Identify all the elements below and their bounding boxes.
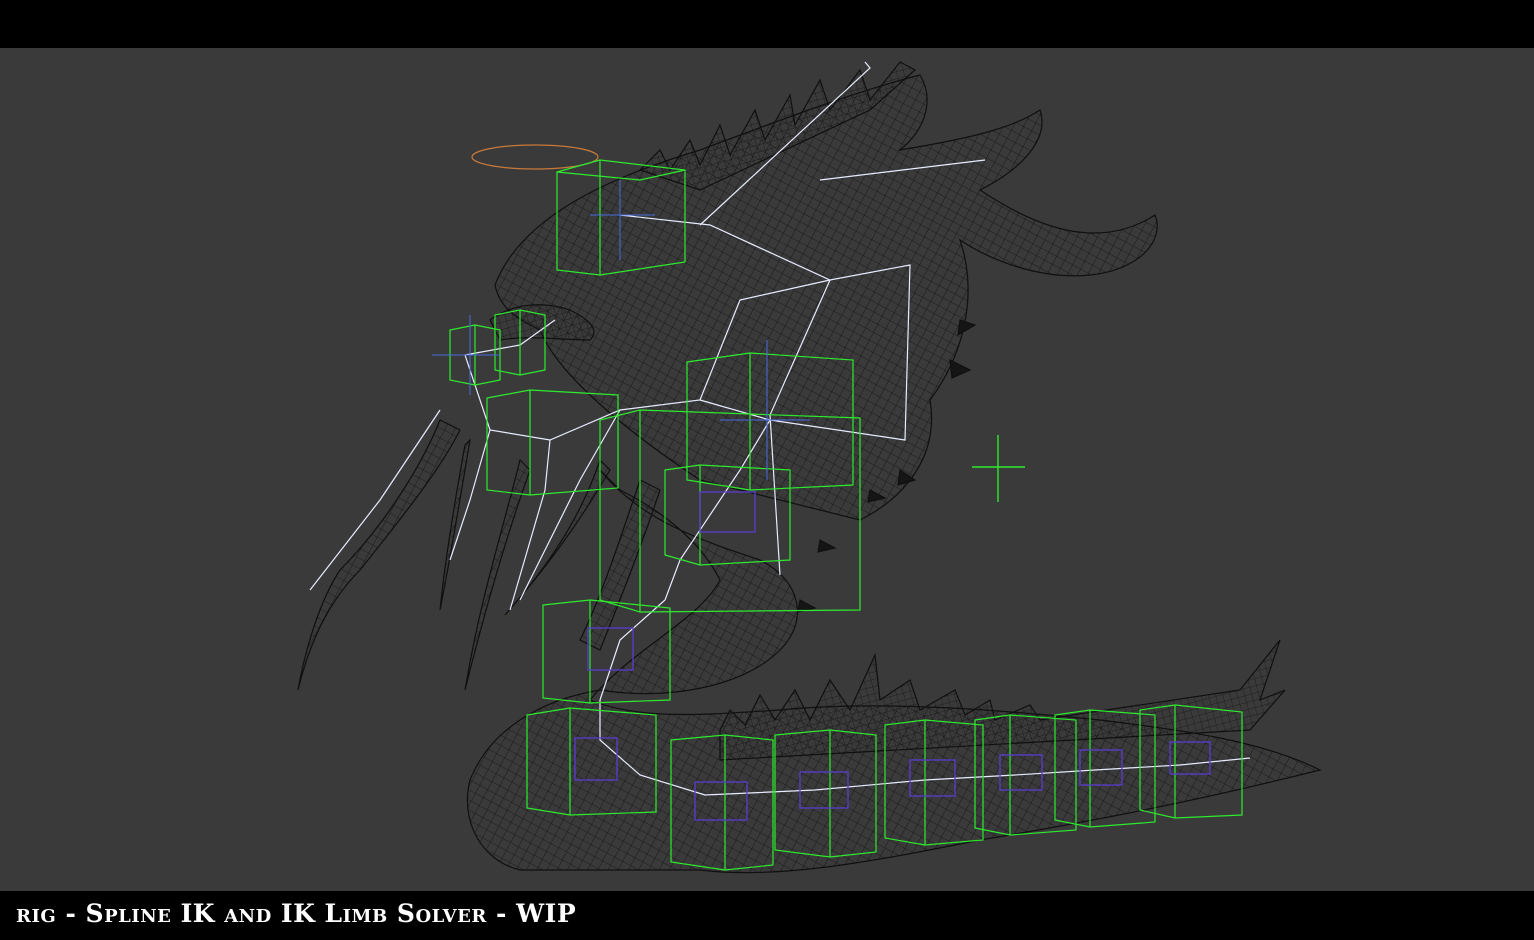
render-frame: rig - Spline IK and IK Limb Solver - WIP [0, 0, 1534, 940]
viewport-canvas[interactable] [0, 48, 1534, 891]
point-helper[interactable] [972, 435, 1025, 502]
caption-bar: rig - Spline IK and IK Limb Solver - WIP [0, 891, 1534, 940]
top-letterbox [0, 0, 1534, 48]
3d-viewport[interactable] [0, 48, 1534, 891]
caption-text: rig - Spline IK and IK Limb Solver - WIP [16, 899, 577, 928]
creature-wireframe-mesh[interactable] [297, 61, 1322, 874]
